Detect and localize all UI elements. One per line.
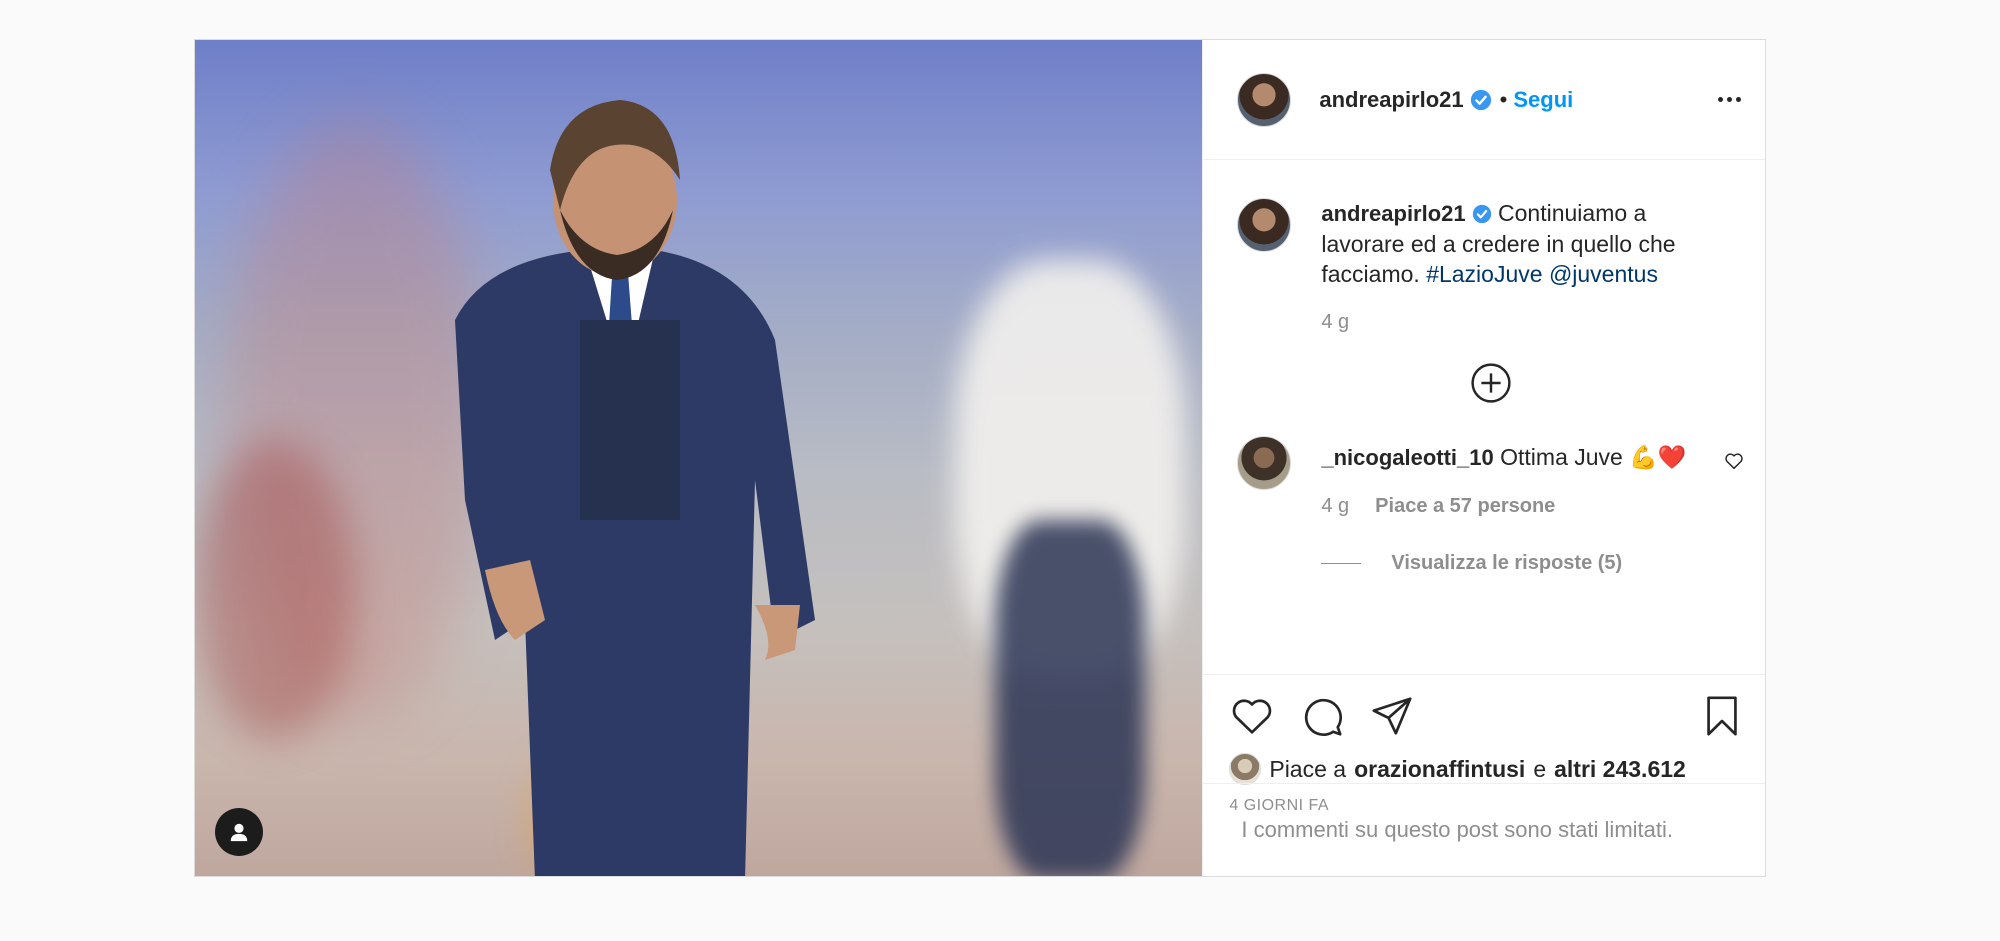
liker-avatar[interactable]: [1229, 753, 1262, 785]
caption-text-block: andreapirlo21 Continuiamo a lavorare ed …: [1321, 198, 1711, 289]
coach-figure: [455, 100, 815, 876]
commenter-username[interactable]: _nicogaleotti_10: [1321, 445, 1493, 470]
likes-prefix: Piace a: [1269, 755, 1347, 782]
heart-icon[interactable]: [1229, 693, 1275, 739]
more-dot-icon: [1718, 97, 1723, 102]
caption-avatar[interactable]: [1237, 198, 1292, 252]
view-replies-button[interactable]: Visualizza le risposte (5): [1321, 552, 1745, 575]
comment-icon[interactable]: [1299, 693, 1345, 739]
more-dot-icon: [1736, 97, 1741, 102]
hashtag-link[interactable]: #LazioJuve: [1426, 261, 1542, 287]
likes-count[interactable]: altri 243.612: [1554, 756, 1686, 783]
comment-time: 4 g: [1321, 495, 1350, 517]
post-header: andreapirlo21 • Segui: [1203, 40, 1765, 160]
comment-text-block: _nicogaleotti_10 Ottima Juve 💪❤️: [1321, 442, 1693, 473]
author-username[interactable]: andreapirlo21: [1319, 87, 1463, 113]
comment-likes[interactable]: Piace a 57 persone: [1375, 495, 1555, 518]
person-icon: [230, 823, 248, 842]
likes-joiner: e: [1533, 755, 1547, 782]
comments-area: andreapirlo21 Continuiamo a lavorare ed …: [1203, 160, 1765, 674]
share-icon[interactable]: [1369, 693, 1415, 739]
liker-username[interactable]: orazionaffintusi: [1354, 756, 1525, 783]
author-avatar[interactable]: [1237, 72, 1292, 127]
plus-circle-icon: [1471, 363, 1511, 403]
post-dialog: andreapirlo21 • Segui andreapirlo21 Cont…: [194, 39, 1766, 877]
separator-dot: •: [1499, 86, 1508, 112]
load-more-comments-button[interactable]: [1237, 362, 1745, 404]
comments-limited-notice: I commenti su questo post sono stati lim…: [1203, 783, 1765, 876]
caption-meta: 4 g: [1321, 311, 1711, 334]
comment-like-heart-icon[interactable]: [1723, 450, 1745, 472]
caption-time: 4 g: [1321, 311, 1350, 333]
comment-text: Ottima Juve 💪❤️: [1500, 444, 1687, 470]
replies-label: Visualizza le risposte (5): [1391, 552, 1623, 574]
comment-meta: 4 g Piace a 57 persone: [1321, 495, 1693, 518]
user-tags-button[interactable]: [215, 808, 263, 856]
more-dot-icon: [1727, 97, 1732, 102]
bookmark-icon[interactable]: [1699, 693, 1745, 739]
likes-summary: Piace a orazionaffintusi e altri 243.612: [1229, 753, 1745, 785]
comment-item: _nicogaleotti_10 Ottima Juve 💪❤️ 4 g Pia…: [1237, 436, 1745, 518]
commenter-avatar[interactable]: [1237, 436, 1292, 490]
replies-divider: [1321, 563, 1362, 564]
post-side-panel: andreapirlo21 • Segui andreapirlo21 Cont…: [1202, 40, 1765, 876]
caption: andreapirlo21 Continuiamo a lavorare ed …: [1237, 198, 1745, 334]
more-options-button[interactable]: [1714, 93, 1745, 106]
caption-username[interactable]: andreapirlo21: [1321, 201, 1465, 226]
mention-link[interactable]: @juventus: [1549, 261, 1658, 287]
follow-button[interactable]: Segui: [1513, 87, 1573, 113]
verified-badge-icon: [1472, 204, 1491, 224]
verified-badge-icon: [1470, 89, 1491, 110]
post-photo[interactable]: [195, 40, 1203, 876]
